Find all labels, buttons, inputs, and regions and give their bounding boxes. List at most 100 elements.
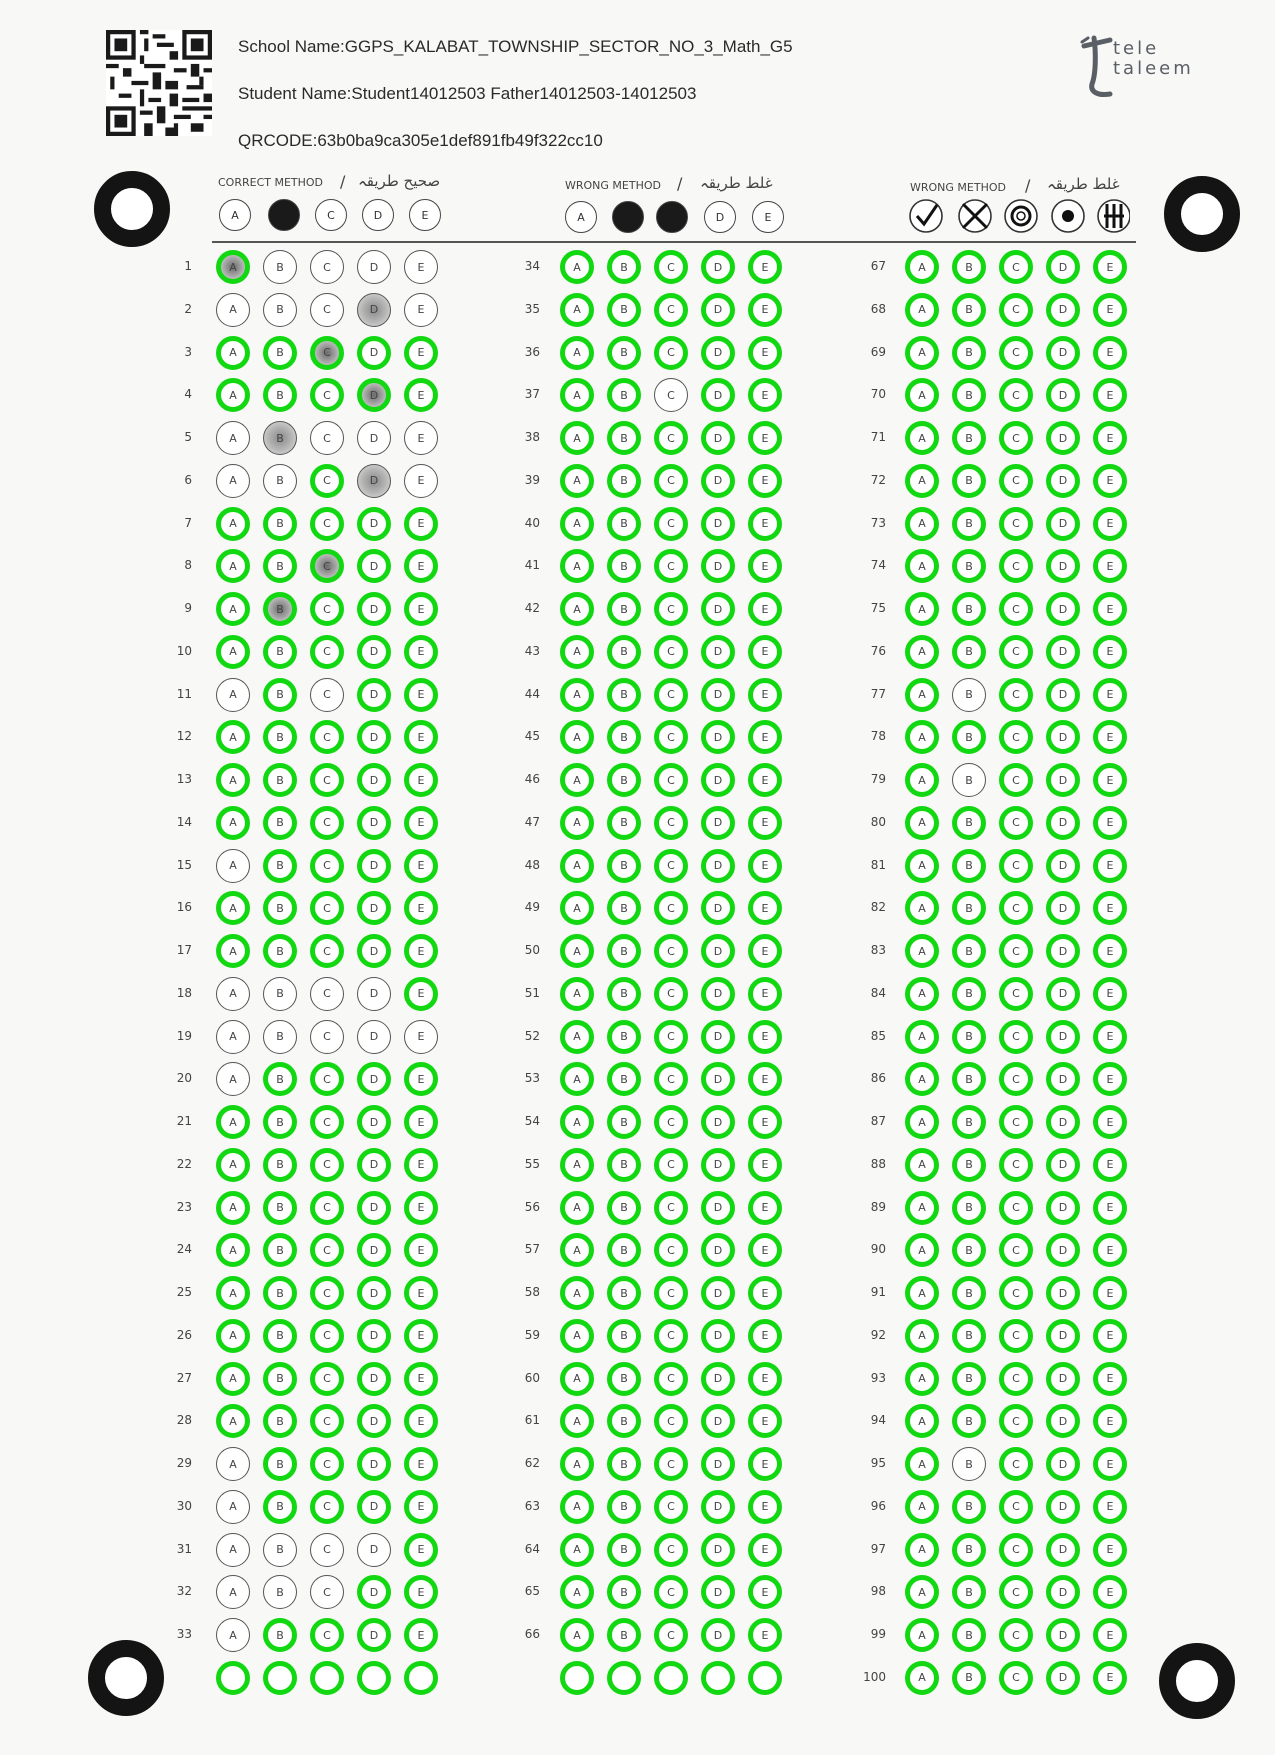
answer-bubble-a[interactable]: A xyxy=(905,848,939,883)
answer-bubble-c[interactable]: C xyxy=(999,1532,1033,1567)
answer-bubble-b[interactable]: B xyxy=(952,1404,986,1439)
answer-bubble-b[interactable]: B xyxy=(607,1276,641,1310)
answer-bubble-a[interactable]: A xyxy=(560,634,594,669)
answer-bubble-e[interactable]: E xyxy=(748,463,782,498)
answer-bubble-a[interactable]: A xyxy=(560,1019,594,1054)
answer-bubble-a[interactable]: A xyxy=(216,250,250,284)
answer-bubble-d[interactable]: D xyxy=(357,1019,391,1054)
answer-bubble-a[interactable]: A xyxy=(560,1147,594,1182)
answer-bubble-b[interactable]: B xyxy=(263,848,297,883)
answer-bubble-a[interactable]: A xyxy=(560,335,594,370)
answer-bubble-e[interactable]: E xyxy=(748,976,782,1011)
answer-bubble-c[interactable]: C xyxy=(310,634,344,669)
answer-bubble-c[interactable]: C xyxy=(310,1019,344,1054)
answer-bubble-c[interactable]: C xyxy=(999,976,1033,1011)
answer-bubble-e[interactable]: E xyxy=(404,1404,438,1439)
answer-bubble-d[interactable]: D xyxy=(1046,720,1080,755)
answer-bubble-d[interactable]: D xyxy=(357,1361,391,1396)
answer-bubble-d[interactable]: D xyxy=(1046,1361,1080,1396)
answer-bubble-d[interactable]: D xyxy=(701,1318,735,1353)
answer-bubble-d[interactable]: D xyxy=(701,250,735,284)
answer-bubble-a[interactable]: A xyxy=(560,1489,594,1524)
answer-bubble-c[interactable]: C xyxy=(310,1105,344,1139)
answer-bubble-d[interactable]: D xyxy=(357,1233,391,1268)
answer-bubble-d[interactable]: D xyxy=(701,848,735,883)
answer-bubble-a[interactable]: A xyxy=(560,250,594,284)
answer-bubble-a[interactable]: A xyxy=(560,720,594,755)
answer-bubble-e[interactable]: E xyxy=(1093,891,1127,926)
answer-bubble-d[interactable]: D xyxy=(357,976,391,1011)
answer-bubble-b[interactable]: B xyxy=(952,292,986,327)
answer-bubble-c[interactable]: C xyxy=(999,934,1033,968)
answer-bubble-a[interactable]: A xyxy=(560,1361,594,1396)
answer-bubble-a[interactable]: A xyxy=(905,1019,939,1054)
answer-bubble-e[interactable]: E xyxy=(404,848,438,883)
answer-bubble-e[interactable]: E xyxy=(404,1276,438,1310)
answer-bubble-a[interactable]: A xyxy=(905,1618,939,1652)
answer-bubble-e[interactable]: E xyxy=(404,1489,438,1524)
answer-bubble-a[interactable]: A xyxy=(560,1575,594,1610)
answer-bubble-a[interactable]: A xyxy=(560,763,594,797)
answer-bubble-c[interactable]: C xyxy=(654,335,688,370)
answer-bubble-c[interactable]: C xyxy=(310,934,344,968)
answer-bubble-a[interactable]: A xyxy=(905,1105,939,1139)
answer-bubble-c[interactable]: C xyxy=(999,250,1033,284)
answer-bubble-b[interactable]: B xyxy=(607,250,641,284)
answer-bubble-e[interactable]: E xyxy=(1093,763,1127,797)
answer-bubble-c[interactable]: C xyxy=(999,634,1033,669)
answer-bubble-e[interactable]: E xyxy=(1093,677,1127,712)
answer-bubble-d[interactable]: D xyxy=(1046,763,1080,797)
answer-bubble-e[interactable]: E xyxy=(748,677,782,712)
answer-bubble-e[interactable]: E xyxy=(748,1276,782,1310)
answer-bubble-d[interactable]: D xyxy=(1046,1062,1080,1097)
answer-bubble-c[interactable]: C xyxy=(999,1190,1033,1225)
answer-bubble-e[interactable]: E xyxy=(748,805,782,840)
answer-bubble-a[interactable]: A xyxy=(560,805,594,840)
answer-bubble-d[interactable]: D xyxy=(701,891,735,926)
answer-bubble-a[interactable]: A xyxy=(216,1233,250,1268)
answer-bubble-e[interactable]: E xyxy=(748,1404,782,1439)
answer-bubble-b[interactable]: B xyxy=(952,720,986,755)
answer-bubble-a[interactable]: A xyxy=(216,1062,250,1097)
answer-bubble-a[interactable]: A xyxy=(560,463,594,498)
answer-bubble-d[interactable]: D xyxy=(357,805,391,840)
answer-bubble-b[interactable]: B xyxy=(952,1361,986,1396)
answer-bubble-a[interactable]: A xyxy=(905,506,939,541)
answer-bubble-e[interactable]: E xyxy=(1093,421,1127,455)
answer-bubble-e[interactable]: E xyxy=(1093,1447,1127,1481)
answer-bubble-b[interactable]: B xyxy=(952,891,986,926)
answer-bubble-a[interactable]: A xyxy=(216,848,250,883)
answer-bubble-d[interactable]: D xyxy=(357,1532,391,1567)
answer-bubble-b[interactable]: B xyxy=(607,1361,641,1396)
answer-bubble-e[interactable]: E xyxy=(1093,549,1127,584)
answer-bubble-d[interactable]: D xyxy=(1046,1233,1080,1268)
answer-bubble-b[interactable]: B xyxy=(607,1190,641,1225)
answer-bubble-d[interactable]: D xyxy=(701,763,735,797)
answer-bubble-a[interactable]: A xyxy=(560,891,594,926)
answer-bubble-e[interactable]: E xyxy=(1093,592,1127,626)
answer-bubble-c[interactable]: C xyxy=(999,1361,1033,1396)
answer-bubble-c[interactable]: C xyxy=(654,1575,688,1610)
answer-bubble-b[interactable]: B xyxy=(263,1532,297,1567)
answer-bubble-d[interactable]: D xyxy=(701,1618,735,1652)
answer-bubble-d[interactable]: D xyxy=(357,763,391,797)
answer-bubble-a[interactable]: A xyxy=(216,1147,250,1182)
answer-bubble-c[interactable]: C xyxy=(654,292,688,327)
answer-bubble-b[interactable]: B xyxy=(952,335,986,370)
answer-bubble-e[interactable]: E xyxy=(1093,1489,1127,1524)
answer-bubble-b[interactable]: B xyxy=(607,891,641,926)
answer-bubble-a[interactable]: A xyxy=(905,934,939,968)
answer-bubble-c[interactable]: C xyxy=(310,1276,344,1310)
answer-bubble-c[interactable]: C xyxy=(654,1361,688,1396)
answer-bubble-d[interactable]: D xyxy=(1046,250,1080,284)
answer-bubble-c[interactable]: C xyxy=(310,1233,344,1268)
answer-bubble-c[interactable]: C xyxy=(654,891,688,926)
answer-bubble-a[interactable]: A xyxy=(560,976,594,1011)
answer-bubble-c[interactable]: C xyxy=(999,1660,1033,1695)
answer-bubble-e[interactable]: E xyxy=(748,1105,782,1139)
answer-bubble-d[interactable]: D xyxy=(701,1404,735,1439)
answer-bubble-d[interactable]: D xyxy=(357,1447,391,1481)
answer-bubble-e[interactable]: E xyxy=(748,592,782,626)
answer-bubble-d[interactable]: D xyxy=(701,421,735,455)
answer-bubble-d[interactable]: D xyxy=(701,1233,735,1268)
